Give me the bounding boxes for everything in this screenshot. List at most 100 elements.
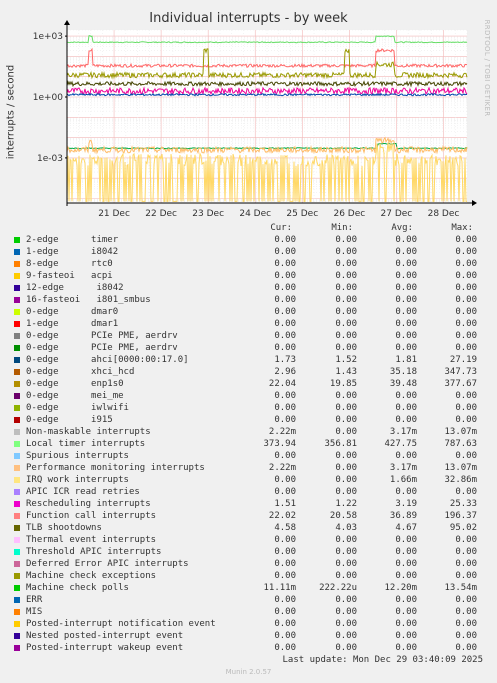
legend-max-value: 0.00 bbox=[455, 283, 477, 293]
legend-avg-value: 4.67 bbox=[395, 523, 417, 533]
legend-row: Spurious interrupts 0.00 0.00 0.00 0.00 bbox=[0, 450, 497, 462]
legend-cur-value: 1.51 bbox=[274, 499, 296, 509]
legend-avg-value: 0.00 bbox=[395, 235, 417, 245]
legend-row: TLB shootdowns 4.58 4.03 4.67 95.02 bbox=[0, 522, 497, 534]
legend-avg-value: 3.17m bbox=[389, 427, 417, 437]
legend-max-value: 0.00 bbox=[455, 559, 477, 569]
legend-max-value: 0.00 bbox=[455, 247, 477, 257]
legend-avg-value: 0.00 bbox=[395, 331, 417, 341]
legend-label: Thermal event interrupts bbox=[26, 535, 157, 545]
legend-swatch bbox=[14, 513, 20, 519]
legend-label: 0-edge PCIe PME, aerdrv bbox=[26, 331, 178, 341]
legend-max-value: 377.67 bbox=[444, 379, 477, 389]
legend-max-value: 0.00 bbox=[455, 307, 477, 317]
legend-max-value: 0.00 bbox=[455, 319, 477, 329]
legend-label: MIS bbox=[26, 607, 43, 617]
legend-swatch bbox=[14, 285, 20, 291]
legend-row: 2-edge timer 0.00 0.00 0.00 0.00 bbox=[0, 234, 497, 246]
legend-max-value: 0.00 bbox=[455, 403, 477, 413]
x-tick-label: 24 Dec bbox=[239, 209, 271, 219]
legend-cur-value: 373.94 bbox=[263, 439, 296, 449]
legend-max-value: 0.00 bbox=[455, 631, 477, 641]
legend-label: Non-maskable interrupts bbox=[26, 427, 151, 437]
legend-avg-value: 0.00 bbox=[395, 451, 417, 461]
legend-label: 1-edge i8042 bbox=[26, 247, 119, 257]
legend-cur-value: 0.00 bbox=[274, 403, 296, 413]
legend-min-value: 0.00 bbox=[335, 319, 357, 329]
legend-label: 2-edge timer bbox=[26, 235, 119, 245]
legend-max-value: 0.00 bbox=[455, 451, 477, 461]
legend-min-value: 0.00 bbox=[335, 571, 357, 581]
legend-cur-value: 2.22m bbox=[268, 463, 296, 473]
legend-avg-value: 3.19 bbox=[395, 499, 417, 509]
legend-avg-value: 0.00 bbox=[395, 547, 417, 557]
legend-max-value: 0.00 bbox=[455, 535, 477, 545]
legend-avg-value: 0.00 bbox=[395, 283, 417, 293]
legend-swatch bbox=[14, 261, 20, 267]
legend-row: ERR 0.00 0.00 0.00 0.00 bbox=[0, 594, 497, 606]
legend-avg-value: 0.00 bbox=[395, 487, 417, 497]
legend-min-value: 0.00 bbox=[335, 271, 357, 281]
legend-avg-value: 0.00 bbox=[395, 307, 417, 317]
legend-row: 16-fasteoi i801_smbus 0.00 0.00 0.00 0.00 bbox=[0, 294, 497, 306]
legend-row: 8-edge rtc0 0.00 0.00 0.00 0.00 bbox=[0, 258, 497, 270]
legend-max-value: 13.54m bbox=[444, 583, 477, 593]
legend-min-value: 0.00 bbox=[335, 535, 357, 545]
legend-max-value: 0.00 bbox=[455, 619, 477, 629]
legend-header: Cur: bbox=[270, 223, 292, 233]
legend-max-value: 95.02 bbox=[449, 523, 477, 533]
legend-avg-value: 0.00 bbox=[395, 415, 417, 425]
legend-max-value: 787.63 bbox=[444, 439, 477, 449]
legend-label: 8-edge rtc0 bbox=[26, 259, 113, 269]
legend-avg-value: 0.00 bbox=[395, 259, 417, 269]
x-tick-label: 22 Dec bbox=[145, 209, 177, 219]
legend-max-value: 0.00 bbox=[455, 571, 477, 581]
legend-max-value: 0.00 bbox=[455, 295, 477, 305]
legend-min-value: 4.03 bbox=[335, 523, 357, 533]
legend-header: Max: bbox=[451, 223, 473, 233]
legend-max-value: 0.00 bbox=[455, 415, 477, 425]
legend-cur-value: 4.58 bbox=[274, 523, 296, 533]
legend-min-value: 0.00 bbox=[335, 451, 357, 461]
legend-avg-value: 0.00 bbox=[395, 247, 417, 257]
legend-avg-value: 0.00 bbox=[395, 271, 417, 281]
x-tick-label: 27 Dec bbox=[381, 209, 413, 219]
legend-swatch bbox=[14, 441, 20, 447]
legend-swatch bbox=[14, 333, 20, 339]
legend-cur-value: 0.00 bbox=[274, 559, 296, 569]
legend-row: Local timer interrupts 373.94 356.81 427.75… bbox=[0, 438, 497, 450]
legend-min-value: 19.85 bbox=[329, 379, 357, 389]
legend-max-value: 13.07m bbox=[444, 427, 477, 437]
legend-label: Machine check polls bbox=[26, 583, 129, 593]
legend-cur-value: 22.02 bbox=[268, 511, 296, 521]
legend-swatch bbox=[14, 597, 20, 603]
legend-cur-value: 0.00 bbox=[274, 631, 296, 641]
legend-cur-value: 0.00 bbox=[274, 283, 296, 293]
legend-min-value: 0.00 bbox=[335, 235, 357, 245]
legend-row: 0-edge xhci_hcd 2.96 1.43 35.18 347.73 bbox=[0, 366, 497, 378]
legend-row: Rescheduling interrupts 1.51 1.22 3.19 25.33 bbox=[0, 498, 497, 510]
legend-min-value: 0.00 bbox=[335, 343, 357, 353]
legend-cur-value: 0.00 bbox=[274, 295, 296, 305]
x-tick-label: 21 Dec bbox=[98, 209, 130, 219]
legend-cur-value: 0.00 bbox=[274, 487, 296, 497]
chart-plot: 1e+03 1e+00 1e-03 21 Dec 22 Dec 23 Dec 24 Dec 2… bbox=[33, 20, 477, 219]
legend-swatch bbox=[14, 645, 20, 651]
legend-swatch bbox=[14, 453, 20, 459]
legend-label: Performance monitoring interrupts bbox=[26, 463, 205, 473]
legend-row: 12-edge i8042 0.00 0.00 0.00 0.00 bbox=[0, 282, 497, 294]
legend-max-value: 0.00 bbox=[455, 595, 477, 605]
legend-swatch bbox=[14, 393, 20, 399]
legend-swatch bbox=[14, 573, 20, 579]
legend-min-value: 0.00 bbox=[335, 283, 357, 293]
y-tick-label: 1e-03 bbox=[37, 154, 63, 164]
legend-swatch bbox=[14, 537, 20, 543]
last-update: Last update: Mon Dec 29 03:40:09 2025 bbox=[282, 655, 483, 665]
legend-swatch bbox=[14, 633, 20, 639]
legend-label: 0-edge mei_me bbox=[26, 391, 124, 401]
legend-row: 1-edge i8042 0.00 0.00 0.00 0.00 bbox=[0, 246, 497, 258]
legend-cur-value: 0.00 bbox=[274, 331, 296, 341]
legend-label: 1-edge dmar1 bbox=[26, 319, 119, 329]
legend-row: 1-edge dmar1 0.00 0.00 0.00 0.00 bbox=[0, 318, 497, 330]
legend-label: 0-edge enp1s0 bbox=[26, 379, 124, 389]
